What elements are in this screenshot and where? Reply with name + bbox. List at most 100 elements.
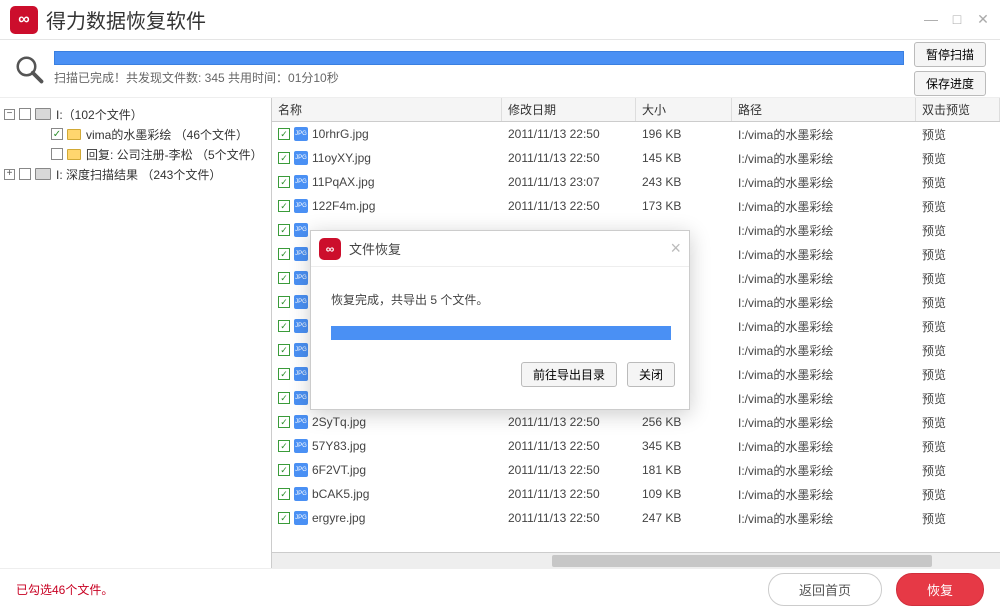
row-checkbox[interactable]: ✓ <box>278 440 290 452</box>
col-name[interactable]: 名称 <box>272 98 502 121</box>
row-checkbox[interactable]: ✓ <box>278 152 290 164</box>
file-name: 57Y83.jpg <box>312 439 366 453</box>
dialog-close-button[interactable]: 关闭 <box>627 362 675 387</box>
preview-link[interactable]: 预览 <box>916 366 1000 383</box>
tree-node[interactable]: +I: 深度扫描结果 （243个文件） <box>4 164 267 184</box>
recover-button[interactable]: 恢复 <box>896 573 984 606</box>
file-name: 2SyTq.jpg <box>312 415 366 429</box>
row-checkbox[interactable]: ✓ <box>278 320 290 332</box>
table-row[interactable]: ✓JPG57Y83.jpg2011/11/13 22:50345 KBI:/vi… <box>272 434 1000 458</box>
scrollbar-thumb[interactable] <box>552 555 932 567</box>
tree-label: 回复: 公司注册-李松 （5个文件） <box>86 146 263 163</box>
row-checkbox[interactable]: ✓ <box>278 488 290 500</box>
preview-link[interactable]: 预览 <box>916 270 1000 287</box>
preview-link[interactable]: 预览 <box>916 510 1000 527</box>
file-path: I:/vima的水墨彩绘 <box>732 414 916 431</box>
table-row[interactable]: ✓JPG11oyXY.jpg2011/11/13 22:50145 KBI:/v… <box>272 146 1000 170</box>
row-checkbox[interactable]: ✓ <box>278 224 290 236</box>
tree-checkbox[interactable] <box>51 148 63 160</box>
horizontal-scrollbar[interactable] <box>272 552 1000 568</box>
jpg-file-icon: JPG <box>294 463 308 477</box>
row-checkbox[interactable]: ✓ <box>278 464 290 476</box>
table-row[interactable]: ✓JPG122F4m.jpg2011/11/13 22:50173 KBI:/v… <box>272 194 1000 218</box>
tree-spacer <box>4 149 15 160</box>
table-row[interactable]: ✓JPG10rhrG.jpg2011/11/13 22:50196 KBI:/v… <box>272 122 1000 146</box>
file-size: 247 KB <box>636 511 732 525</box>
save-progress-button[interactable]: 保存进度 <box>914 71 986 96</box>
tree-label: vima的水墨彩绘 （46个文件） <box>86 126 248 143</box>
preview-link[interactable]: 预览 <box>916 198 1000 215</box>
row-checkbox[interactable]: ✓ <box>278 128 290 140</box>
tree-checkbox[interactable] <box>19 108 31 120</box>
table-row[interactable]: ✓JPGergyre.jpg2011/11/13 22:50247 KBI:/v… <box>272 506 1000 530</box>
file-date: 2011/11/13 22:50 <box>502 439 636 453</box>
preview-link[interactable]: 预览 <box>916 126 1000 143</box>
expand-icon[interactable]: + <box>4 169 15 180</box>
file-date: 2011/11/13 22:50 <box>502 127 636 141</box>
jpg-file-icon: JPG <box>294 487 308 501</box>
magnify-icon <box>14 54 44 84</box>
file-path: I:/vima的水墨彩绘 <box>732 150 916 167</box>
preview-link[interactable]: 预览 <box>916 342 1000 359</box>
file-date: 2011/11/13 22:50 <box>502 151 636 165</box>
drive-icon <box>35 108 51 120</box>
dialog-logo-icon: ∞ <box>319 238 341 260</box>
file-name: 11oyXY.jpg <box>312 151 371 165</box>
folder-tree[interactable]: − I:（102个文件） ✓ vima的水墨彩绘 （46个文件） 回复: 公司注册-李松… <box>0 98 272 568</box>
preview-link[interactable]: 预览 <box>916 438 1000 455</box>
row-checkbox[interactable]: ✓ <box>278 248 290 260</box>
file-size: 196 KB <box>636 127 732 141</box>
preview-link[interactable]: 预览 <box>916 390 1000 407</box>
row-checkbox[interactable]: ✓ <box>278 512 290 524</box>
preview-link[interactable]: 预览 <box>916 318 1000 335</box>
file-date: 2011/11/13 23:07 <box>502 175 636 189</box>
row-checkbox[interactable]: ✓ <box>278 392 290 404</box>
preview-link[interactable]: 预览 <box>916 150 1000 167</box>
file-path: I:/vima的水墨彩绘 <box>732 318 916 335</box>
preview-link[interactable]: 预览 <box>916 462 1000 479</box>
table-row[interactable]: ✓JPG11PqAX.jpg2011/11/13 23:07243 KBI:/v… <box>272 170 1000 194</box>
preview-link[interactable]: 预览 <box>916 294 1000 311</box>
dialog-progress-bar <box>331 326 671 340</box>
dialog-close-icon[interactable]: × <box>670 238 681 259</box>
col-path[interactable]: 路径 <box>732 98 916 121</box>
preview-link[interactable]: 预览 <box>916 174 1000 191</box>
preview-link[interactable]: 预览 <box>916 222 1000 239</box>
tree-checkbox[interactable]: ✓ <box>51 128 63 140</box>
back-home-button[interactable]: 返回首页 <box>768 573 882 606</box>
row-checkbox[interactable]: ✓ <box>278 200 290 212</box>
preview-link[interactable]: 预览 <box>916 486 1000 503</box>
window-controls: — □ ✕ <box>924 11 990 28</box>
row-checkbox[interactable]: ✓ <box>278 176 290 188</box>
col-date[interactable]: 修改日期 <box>502 98 636 121</box>
tree-node[interactable]: 回复: 公司注册-李松 （5个文件） <box>4 144 267 164</box>
row-checkbox[interactable]: ✓ <box>278 296 290 308</box>
minimize-icon[interactable]: — <box>924 11 938 28</box>
file-size: 345 KB <box>636 439 732 453</box>
drive-icon <box>35 168 51 180</box>
maximize-icon[interactable]: □ <box>950 11 964 28</box>
jpg-file-icon: JPG <box>294 295 308 309</box>
file-path: I:/vima的水墨彩绘 <box>732 294 916 311</box>
goto-export-dir-button[interactable]: 前往导出目录 <box>521 362 617 387</box>
file-name: bCAK5.jpg <box>312 487 369 501</box>
tree-node[interactable]: − I:（102个文件） <box>4 104 267 124</box>
table-row[interactable]: ✓JPG2SyTq.jpg2011/11/13 22:50256 KBI:/vi… <box>272 410 1000 434</box>
row-checkbox[interactable]: ✓ <box>278 344 290 356</box>
preview-link[interactable]: 预览 <box>916 246 1000 263</box>
col-preview[interactable]: 双击预览 <box>916 98 1000 121</box>
row-checkbox[interactable]: ✓ <box>278 368 290 380</box>
col-size[interactable]: 大小 <box>636 98 732 121</box>
collapse-icon[interactable]: − <box>4 109 15 120</box>
tree-label: I:（102个文件） <box>56 106 143 123</box>
pause-scan-button[interactable]: 暂停扫描 <box>914 42 986 67</box>
preview-link[interactable]: 预览 <box>916 414 1000 431</box>
table-row[interactable]: ✓JPG6F2VT.jpg2011/11/13 22:50181 KBI:/vi… <box>272 458 1000 482</box>
row-checkbox[interactable]: ✓ <box>278 416 290 428</box>
tree-node[interactable]: ✓ vima的水墨彩绘 （46个文件） <box>4 124 267 144</box>
close-icon[interactable]: ✕ <box>976 11 990 28</box>
scan-status-text: 扫描已完成！共发现文件数: 345 共用时间：01分10秒 <box>54 69 904 86</box>
tree-checkbox[interactable] <box>19 168 31 180</box>
table-row[interactable]: ✓JPGbCAK5.jpg2011/11/13 22:50109 KBI:/vi… <box>272 482 1000 506</box>
row-checkbox[interactable]: ✓ <box>278 272 290 284</box>
